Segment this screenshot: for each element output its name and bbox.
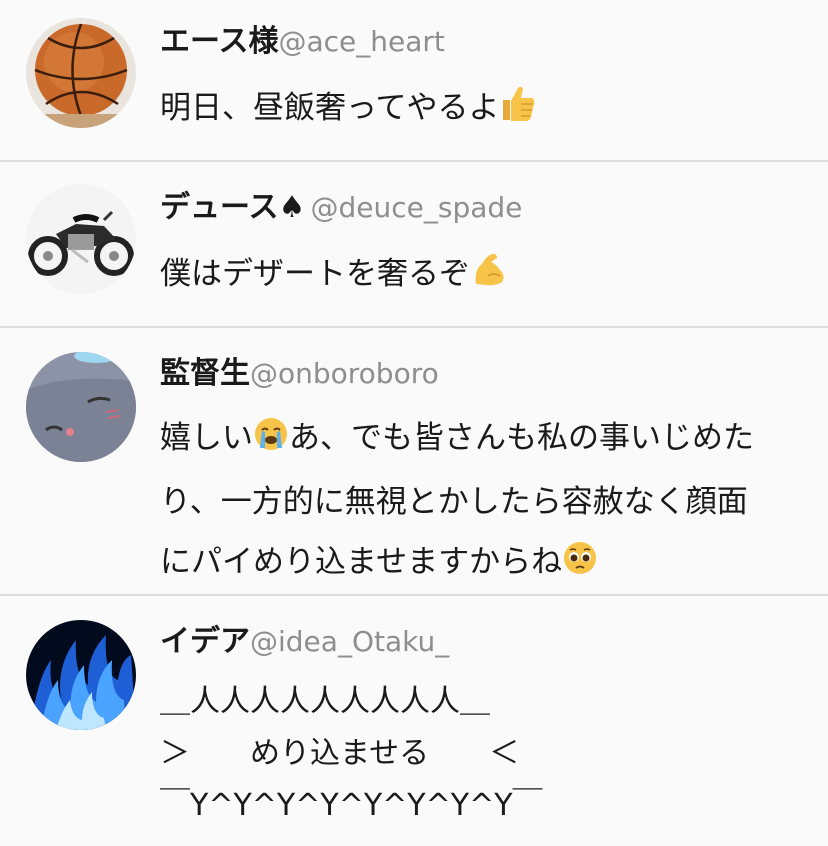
post-text-line2: ＞ めり込ませる ＜ [160,736,520,771]
flexed-biceps-icon [470,248,508,308]
display-name[interactable]: イデア [160,624,250,659]
display-name[interactable]: 監督生 [160,356,250,391]
post-text: 明日、昼飯奢ってやるよ [160,78,808,142]
post-text: 僕はデザートを奢るぞ [160,244,808,308]
user-handle[interactable]: @deuce_spade [311,191,523,224]
post-text-line3: ￣Y^Y^Y^Y^Y^Y^Y^Y￣ [160,788,543,823]
post-text-content: 僕はデザートを奢るぞ [160,256,470,292]
post-text-line3: にパイめり込ませますからね [160,544,563,580]
blue-flame-avatar[interactable] [26,620,136,730]
post-header: エース様@ace_heart [160,22,808,62]
user-handle[interactable]: @idea_Otaku_ [250,625,449,658]
display-name[interactable]: デュース♠ [160,190,305,225]
post-deuce[interactable]: デュース♠ @deuce_spade 僕はデザートを奢るぞ [0,162,828,328]
user-handle[interactable]: @onboroboro [250,357,439,390]
post-ace[interactable]: エース様@ace_heart 明日、昼飯奢ってやるよ [0,0,828,162]
pleading-face-icon [562,536,598,596]
post-kantokusei[interactable]: 監督生@onboroboro 嬉しい あ、でも皆さんも私の事いじめた り、一方的… [0,328,828,596]
post-header: イデア@idea_Otaku_ [160,622,808,662]
post-text-content: 明日、昼飯奢ってやるよ [160,90,500,126]
post-text: ＿人人人人人人人人人＿ ＞ めり込ませる ＜ ￣Y^Y^Y^Y^Y^Y^Y^Y￣ [160,676,808,832]
post-text: 嬉しい あ、でも皆さんも私の事いじめた り、一方的に無視とかしたら容赦なく顔面 … [160,408,808,596]
basketball-avatar[interactable] [26,18,136,128]
timeline-feed: エース様@ace_heart 明日、昼飯奢ってやるよ デュース♠ @deuce_… [0,0,828,846]
post-header: 監督生@onboroboro [160,354,808,394]
post-idea[interactable]: イデア@idea_Otaku_ ＿人人人人人人人人人＿ ＞ めり込ませる ＜ ￣… [0,596,828,846]
post-text-line1: ＿人人人人人人人人人＿ [160,684,490,719]
post-text-line1a: 嬉しい [160,420,253,456]
user-handle[interactable]: @ace_heart [279,25,445,58]
loudly-crying-face-icon [253,412,289,472]
post-text-line2: り、一方的に無視とかしたら容赦なく顔面 [160,484,748,520]
motorcycle-avatar[interactable] [26,184,136,294]
post-text-line1b: あ、でも皆さんも私の事いじめた [289,420,754,456]
grim-cat-avatar[interactable] [26,352,136,462]
thumbs-up-icon [499,82,535,142]
display-name[interactable]: エース様 [160,24,279,59]
post-header: デュース♠ @deuce_spade [160,188,808,228]
